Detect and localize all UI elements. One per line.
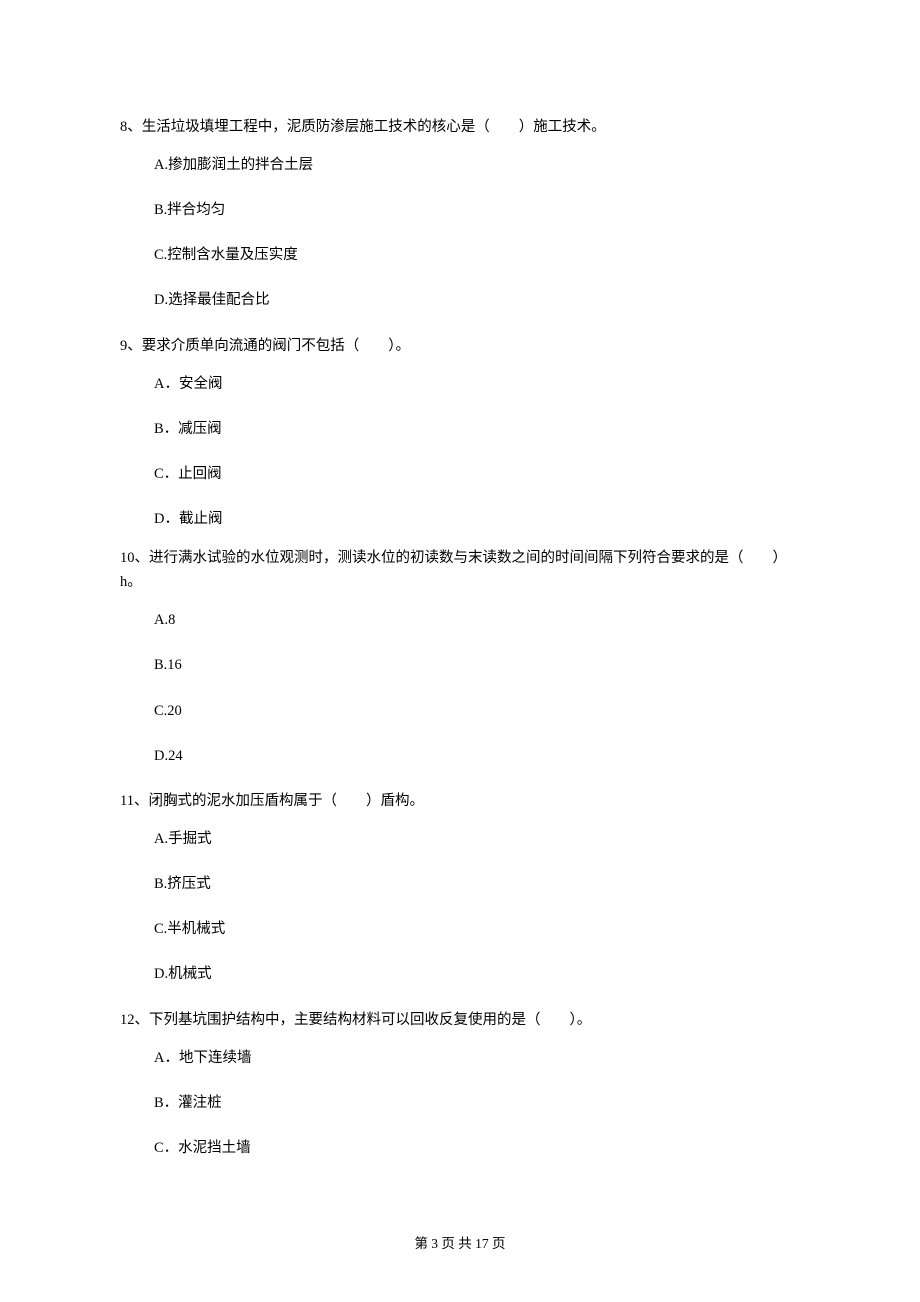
question-option: C.20	[154, 700, 800, 723]
question-option: B.16	[154, 654, 800, 677]
question-stem: 12、下列基坑围护结构中，主要结构材料可以回收反复使用的是（ ）。	[120, 1009, 800, 1033]
question-stem: 9、要求介质单向流通的阀门不包括（ ）。	[120, 335, 800, 359]
question-option: B．灌注桩	[154, 1092, 800, 1115]
question-option: A.掺加膨润土的拌合土层	[154, 154, 800, 177]
question-option: D．截止阀	[154, 508, 800, 531]
question-text: 闭胸式的泥水加压盾构属于（ ）盾构。	[148, 793, 424, 809]
question-option: D.选择最佳配合比	[154, 289, 800, 312]
question-text: 下列基坑围护结构中，主要结构材料可以回收反复使用的是（ ）。	[149, 1012, 591, 1028]
question-option: C.控制含水量及压实度	[154, 244, 800, 267]
question-number: 9、	[120, 338, 142, 354]
question-option: A.手掘式	[154, 828, 800, 851]
question-option: B．减压阀	[154, 418, 800, 441]
question-stem: 10、进行满水试验的水位观测时，测读水位的初读数与末读数之间的时间间隔下列符合要…	[120, 547, 800, 595]
question-number: 10、	[120, 550, 149, 566]
question-option: B.挤压式	[154, 873, 800, 896]
question-option: C.半机械式	[154, 918, 800, 941]
page-footer: 第 3 页 共 17 页	[0, 1232, 920, 1252]
question-stem: 8、生活垃圾填埋工程中，泥质防渗层施工技术的核心是（ ）施工技术。	[120, 116, 800, 140]
question-option: D.24	[154, 745, 800, 768]
question-option: B.拌合均匀	[154, 199, 800, 222]
question-option: C．水泥挡土墙	[154, 1137, 800, 1160]
question-number: 8、	[120, 119, 142, 135]
question-text: 生活垃圾填埋工程中，泥质防渗层施工技术的核心是（ ）施工技术。	[142, 119, 606, 135]
question-option: A.8	[154, 609, 800, 632]
question-option: A．安全阀	[154, 373, 800, 396]
question-number: 11、	[120, 793, 148, 809]
question-text: 进行满水试验的水位观测时，测读水位的初读数与末读数之间的时间间隔下列符合要求的是…	[120, 550, 787, 590]
question-option: A．地下连续墙	[154, 1047, 800, 1070]
page-content: 8、生活垃圾填埋工程中，泥质防渗层施工技术的核心是（ ）施工技术。 A.掺加膨润…	[0, 0, 920, 1302]
question-text: 要求介质单向流通的阀门不包括（ ）。	[142, 338, 410, 354]
question-option: D.机械式	[154, 963, 800, 986]
question-stem: 11、闭胸式的泥水加压盾构属于（ ）盾构。	[120, 790, 800, 814]
question-number: 12、	[120, 1012, 149, 1028]
question-option: C．止回阀	[154, 463, 800, 486]
